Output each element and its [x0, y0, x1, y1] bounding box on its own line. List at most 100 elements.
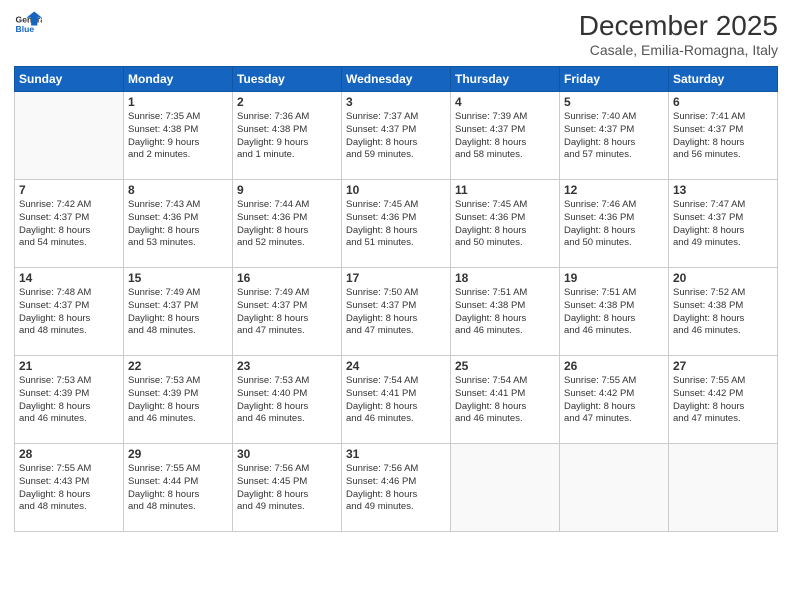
calendar-week-row: 1 Sunrise: 7:35 AM Sunset: 4:38 PM Daylig… — [15, 92, 778, 180]
day-info: Sunrise: 7:53 AM Sunset: 4:39 PM Dayligh… — [19, 375, 119, 426]
day-number: 9 — [237, 183, 337, 197]
day-number: 3 — [346, 95, 446, 109]
day-number: 7 — [19, 183, 119, 197]
calendar-cell — [560, 444, 669, 532]
day-info: Sunrise: 7:45 AM Sunset: 4:36 PM Dayligh… — [455, 199, 555, 250]
calendar-cell: 7 Sunrise: 7:42 AM Sunset: 4:37 PM Daylig… — [15, 180, 124, 268]
calendar-cell: 8Sunrise: 7:43 AM Sunset: 4:36 PM Daylig… — [124, 180, 233, 268]
day-number: 13 — [673, 183, 773, 197]
day-number: 23 — [237, 359, 337, 373]
day-info: Sunrise: 7:45 AM Sunset: 4:36 PM Dayligh… — [346, 199, 446, 250]
weekday-header: Wednesday — [342, 67, 451, 92]
header: General Blue December 2025 Casale, Emili… — [14, 10, 778, 58]
day-info: Sunrise: 7:52 AM Sunset: 4:38 PM Dayligh… — [673, 287, 773, 338]
calendar-cell: 13 Sunrise: 7:47 AM Sunset: 4:37 PM Dayli… — [669, 180, 778, 268]
day-info: Sunrise: 7:51 AM Sunset: 4:38 PM Dayligh… — [455, 287, 555, 338]
calendar-cell: 21 Sunrise: 7:53 AM Sunset: 4:39 PM Dayli… — [15, 356, 124, 444]
calendar-cell: 29 Sunrise: 7:55 AM Sunset: 4:44 PM Dayli… — [124, 444, 233, 532]
day-number: 11 — [455, 183, 555, 197]
day-info: Sunrise: 7:44 AM Sunset: 4:36 PM Dayligh… — [237, 199, 337, 250]
calendar-week-row: 14Sunrise: 7:48 AM Sunset: 4:37 PM Dayli… — [15, 268, 778, 356]
location-title: Casale, Emilia-Romagna, Italy — [579, 42, 778, 58]
day-number: 30 — [237, 447, 337, 461]
day-info: Sunrise: 7:49 AM Sunset: 4:37 PM Dayligh… — [237, 287, 337, 338]
calendar-cell: 10Sunrise: 7:45 AM Sunset: 4:36 PM Dayli… — [342, 180, 451, 268]
calendar-cell: 24 Sunrise: 7:54 AM Sunset: 4:41 PM Dayli… — [342, 356, 451, 444]
day-number: 12 — [564, 183, 664, 197]
day-number: 21 — [19, 359, 119, 373]
day-number: 28 — [19, 447, 119, 461]
day-info: Sunrise: 7:49 AM Sunset: 4:37 PM Dayligh… — [128, 287, 228, 338]
calendar-cell: 27 Sunrise: 7:55 AM Sunset: 4:42 PM Dayli… — [669, 356, 778, 444]
day-info: Sunrise: 7:54 AM Sunset: 4:41 PM Dayligh… — [455, 375, 555, 426]
day-info: Sunrise: 7:36 AM Sunset: 4:38 PM Dayligh… — [237, 111, 337, 162]
day-info: Sunrise: 7:53 AM Sunset: 4:40 PM Dayligh… — [237, 375, 337, 426]
calendar-cell: 31 Sunrise: 7:56 AM Sunset: 4:46 PM Dayli… — [342, 444, 451, 532]
day-info: Sunrise: 7:53 AM Sunset: 4:39 PM Dayligh… — [128, 375, 228, 426]
day-number: 18 — [455, 271, 555, 285]
calendar-week-row: 28 Sunrise: 7:55 AM Sunset: 4:43 PM Dayli… — [15, 444, 778, 532]
logo: General Blue — [14, 10, 42, 38]
calendar-cell — [669, 444, 778, 532]
calendar-cell: 16 Sunrise: 7:49 AM Sunset: 4:37 PM Dayli… — [233, 268, 342, 356]
calendar-cell: 26 Sunrise: 7:55 AM Sunset: 4:42 PM Dayli… — [560, 356, 669, 444]
day-number: 29 — [128, 447, 228, 461]
day-info: Sunrise: 7:55 AM Sunset: 4:44 PM Dayligh… — [128, 463, 228, 514]
day-number: 2 — [237, 95, 337, 109]
day-info: Sunrise: 7:47 AM Sunset: 4:37 PM Dayligh… — [673, 199, 773, 250]
day-info: Sunrise: 7:55 AM Sunset: 4:42 PM Dayligh… — [673, 375, 773, 426]
day-info: Sunrise: 7:37 AM Sunset: 4:37 PM Dayligh… — [346, 111, 446, 162]
calendar-cell: 28 Sunrise: 7:55 AM Sunset: 4:43 PM Dayli… — [15, 444, 124, 532]
weekday-header: Sunday — [15, 67, 124, 92]
calendar-cell: 11 Sunrise: 7:45 AM Sunset: 4:36 PM Dayli… — [451, 180, 560, 268]
calendar-cell: 3 Sunrise: 7:37 AM Sunset: 4:37 PM Daylig… — [342, 92, 451, 180]
calendar-cell: 1 Sunrise: 7:35 AM Sunset: 4:38 PM Daylig… — [124, 92, 233, 180]
day-number: 31 — [346, 447, 446, 461]
calendar-cell: 6Sunrise: 7:41 AM Sunset: 4:37 PM Daylig… — [669, 92, 778, 180]
calendar-table: SundayMondayTuesdayWednesdayThursdayFrid… — [14, 66, 778, 532]
day-info: Sunrise: 7:46 AM Sunset: 4:36 PM Dayligh… — [564, 199, 664, 250]
calendar-week-row: 21 Sunrise: 7:53 AM Sunset: 4:39 PM Dayli… — [15, 356, 778, 444]
day-info: Sunrise: 7:56 AM Sunset: 4:46 PM Dayligh… — [346, 463, 446, 514]
calendar-cell: 22Sunrise: 7:53 AM Sunset: 4:39 PM Dayli… — [124, 356, 233, 444]
calendar-cell: 25 Sunrise: 7:54 AM Sunset: 4:41 PM Dayli… — [451, 356, 560, 444]
day-info: Sunrise: 7:40 AM Sunset: 4:37 PM Dayligh… — [564, 111, 664, 162]
weekday-header: Friday — [560, 67, 669, 92]
day-info: Sunrise: 7:39 AM Sunset: 4:37 PM Dayligh… — [455, 111, 555, 162]
calendar-cell: 12 Sunrise: 7:46 AM Sunset: 4:36 PM Dayli… — [560, 180, 669, 268]
day-number: 4 — [455, 95, 555, 109]
calendar-cell: 15Sunrise: 7:49 AM Sunset: 4:37 PM Dayli… — [124, 268, 233, 356]
weekday-header-row: SundayMondayTuesdayWednesdayThursdayFrid… — [15, 67, 778, 92]
day-number: 16 — [237, 271, 337, 285]
logo-icon: General Blue — [14, 10, 42, 38]
weekday-header: Tuesday — [233, 67, 342, 92]
calendar-body: 1 Sunrise: 7:35 AM Sunset: 4:38 PM Daylig… — [15, 92, 778, 532]
calendar-cell: 18 Sunrise: 7:51 AM Sunset: 4:38 PM Dayli… — [451, 268, 560, 356]
day-info: Sunrise: 7:51 AM Sunset: 4:38 PM Dayligh… — [564, 287, 664, 338]
calendar-week-row: 7 Sunrise: 7:42 AM Sunset: 4:37 PM Daylig… — [15, 180, 778, 268]
day-number: 14 — [19, 271, 119, 285]
calendar-cell: 30 Sunrise: 7:56 AM Sunset: 4:45 PM Dayli… — [233, 444, 342, 532]
day-number: 20 — [673, 271, 773, 285]
title-block: December 2025 Casale, Emilia-Romagna, It… — [579, 10, 778, 58]
calendar-cell — [451, 444, 560, 532]
calendar-cell: 20 Sunrise: 7:52 AM Sunset: 4:38 PM Dayli… — [669, 268, 778, 356]
day-info: Sunrise: 7:55 AM Sunset: 4:42 PM Dayligh… — [564, 375, 664, 426]
day-number: 27 — [673, 359, 773, 373]
day-info: Sunrise: 7:56 AM Sunset: 4:45 PM Dayligh… — [237, 463, 337, 514]
day-number: 24 — [346, 359, 446, 373]
day-info: Sunrise: 7:35 AM Sunset: 4:38 PM Dayligh… — [128, 111, 228, 162]
day-info: Sunrise: 7:42 AM Sunset: 4:37 PM Dayligh… — [19, 199, 119, 250]
calendar-cell: 4 Sunrise: 7:39 AM Sunset: 4:37 PM Daylig… — [451, 92, 560, 180]
day-info: Sunrise: 7:55 AM Sunset: 4:43 PM Dayligh… — [19, 463, 119, 514]
calendar-cell — [15, 92, 124, 180]
day-info: Sunrise: 7:54 AM Sunset: 4:41 PM Dayligh… — [346, 375, 446, 426]
calendar-cell: 23 Sunrise: 7:53 AM Sunset: 4:40 PM Dayli… — [233, 356, 342, 444]
day-number: 1 — [128, 95, 228, 109]
day-number: 26 — [564, 359, 664, 373]
calendar-cell: 14Sunrise: 7:48 AM Sunset: 4:37 PM Dayli… — [15, 268, 124, 356]
day-number: 5 — [564, 95, 664, 109]
day-number: 25 — [455, 359, 555, 373]
month-title: December 2025 — [579, 10, 778, 42]
calendar-cell: 5 Sunrise: 7:40 AM Sunset: 4:37 PM Daylig… — [560, 92, 669, 180]
